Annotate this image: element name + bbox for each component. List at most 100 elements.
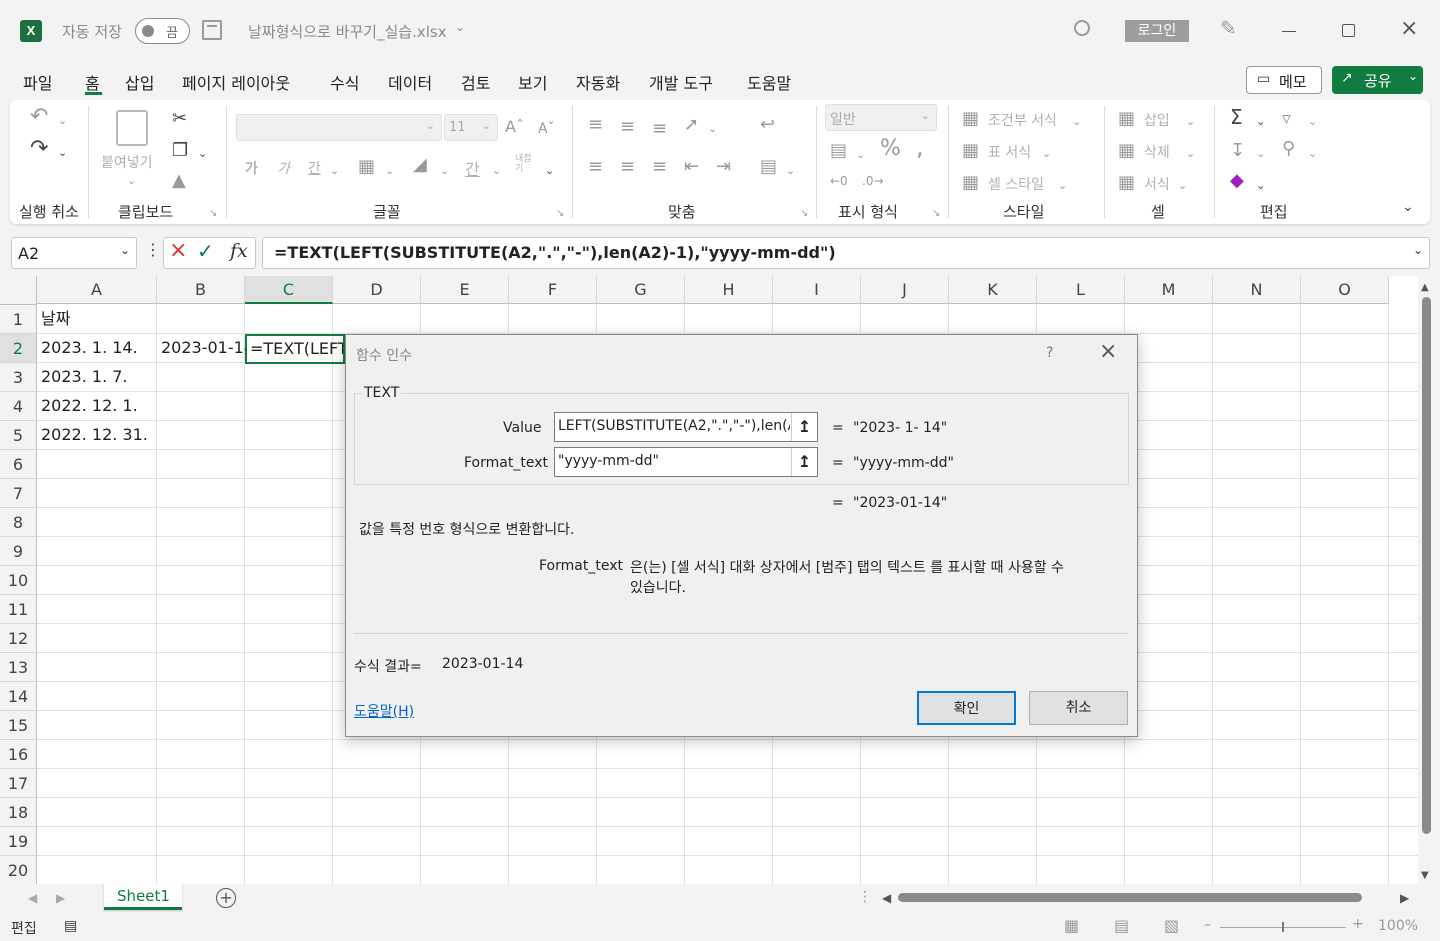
tab-home[interactable]: 홈 xyxy=(85,70,100,94)
column-header-g[interactable]: G xyxy=(597,276,685,304)
align-center-icon[interactable]: ≡ xyxy=(620,158,635,176)
column-header-i[interactable]: I xyxy=(773,276,861,304)
chevron-down-icon[interactable]: ⌄ xyxy=(856,146,865,164)
tab-developer[interactable]: 개발 도구 xyxy=(649,70,713,94)
italic-button[interactable]: 가 xyxy=(277,158,290,178)
row-header-5[interactable]: 5 xyxy=(0,421,37,450)
chevron-down-icon[interactable]: ⌄ xyxy=(1186,113,1195,131)
font-color-button[interactable]: 간 xyxy=(465,156,480,180)
zoom-level[interactable]: 100% xyxy=(1378,918,1418,934)
autosum-icon[interactable]: Σ xyxy=(1230,107,1243,127)
name-box[interactable]: A2 ⌄ xyxy=(11,237,137,269)
sheet-tab-sheet1[interactable]: Sheet1 xyxy=(104,884,182,910)
chevron-down-icon[interactable]: ⌄ xyxy=(1042,145,1051,163)
chevron-down-icon[interactable]: ⌄ xyxy=(1308,113,1317,131)
scroll-up-icon[interactable]: ▲ xyxy=(1421,282,1429,293)
dialog-launcher-icon[interactable]: ↘ xyxy=(932,205,940,223)
cancel-entry-icon[interactable]: × xyxy=(169,238,187,263)
chevron-down-icon[interactable]: ⌄ xyxy=(385,162,394,180)
row-header-18[interactable]: 18 xyxy=(0,798,37,827)
tab-data[interactable]: 데이터 xyxy=(388,70,432,94)
tab-help[interactable]: 도움말 xyxy=(747,70,791,94)
chevron-down-icon[interactable]: ⌄ xyxy=(127,172,136,190)
scroll-down-icon[interactable]: ▼ xyxy=(1421,870,1429,881)
search-icon[interactable] xyxy=(1074,20,1090,36)
cell-a2[interactable]: 2023. 1. 14. xyxy=(37,334,157,362)
format-text-input[interactable]: "yyyy-mm-dd" ↥ xyxy=(554,447,818,477)
increase-font-icon[interactable]: Aˆ xyxy=(505,118,524,136)
row-header-7[interactable]: 7 xyxy=(0,479,37,508)
row-header-11[interactable]: 11 xyxy=(0,595,37,624)
maximize-icon[interactable] xyxy=(1342,24,1355,37)
normal-view-icon[interactable]: ▦ xyxy=(1064,916,1079,935)
scroll-right-icon[interactable]: ▶ xyxy=(1400,891,1409,905)
bold-button[interactable]: 가 xyxy=(245,158,258,178)
formula-input[interactable]: =TEXT(LEFT(SUBSTITUTE(A2,".","-"),len(A2… xyxy=(262,237,1430,269)
chevron-down-icon[interactable]: ⌄ xyxy=(708,120,717,138)
cell-a3[interactable]: 2023. 1. 7. xyxy=(37,363,157,391)
wrap-icon[interactable]: ↩ xyxy=(760,116,775,134)
column-header-a[interactable]: A xyxy=(37,276,157,304)
row-header-12[interactable]: 12 xyxy=(0,624,37,653)
decrease-decimal-icon[interactable]: .0→ xyxy=(862,172,884,190)
column-header-d[interactable]: D xyxy=(333,276,421,304)
copy-icon[interactable]: ❐ xyxy=(172,142,188,160)
align-middle-icon[interactable]: ≡ xyxy=(620,118,635,136)
login-button[interactable]: 로그인 xyxy=(1125,20,1189,42)
zoom-out-icon[interactable]: – xyxy=(1204,917,1211,933)
tab-page-layout[interactable]: 페이지 레이아웃 xyxy=(182,70,290,94)
column-header-m[interactable]: M xyxy=(1125,276,1213,304)
format-painter-icon[interactable]: ▲ xyxy=(172,172,186,190)
cell-c2-active[interactable]: =TEXT(LEFT( xyxy=(245,334,345,364)
select-all-corner[interactable] xyxy=(0,276,37,305)
row-header-19[interactable]: 19 xyxy=(0,827,37,856)
collapse-dialog-icon[interactable]: ↥ xyxy=(791,448,817,476)
tab-automate[interactable]: 자동화 xyxy=(576,70,620,94)
row-header-6[interactable]: 6 xyxy=(0,450,37,479)
decrease-font-icon[interactable]: Aˇ xyxy=(538,120,555,138)
chevron-down-icon[interactable]: ⌄ xyxy=(440,162,449,180)
font-name-select[interactable]: ⌄ xyxy=(236,114,442,141)
border-icon[interactable]: ▦ xyxy=(358,158,375,176)
row-header-10[interactable]: 10 xyxy=(0,566,37,595)
conditional-format-icon[interactable]: ▦ xyxy=(962,110,979,128)
row-header-2[interactable]: 2 xyxy=(0,334,37,363)
insert-cells-icon[interactable]: ▦ xyxy=(1118,110,1135,128)
row-header-20[interactable]: 20 xyxy=(0,856,37,885)
chevron-down-icon[interactable]: ⌄ xyxy=(1186,145,1195,163)
tab-review[interactable]: 검토 xyxy=(461,70,490,94)
column-header-h[interactable]: H xyxy=(685,276,773,304)
tab-formulas[interactable]: 수식 xyxy=(330,70,359,94)
tab-view[interactable]: 보기 xyxy=(518,70,547,94)
cell-style-button[interactable]: 셀 스타일 xyxy=(988,174,1044,194)
insert-function-icon[interactable]: fx xyxy=(230,240,248,262)
chevron-down-icon[interactable]: ⌄ xyxy=(330,162,339,180)
increase-indent-icon[interactable]: ⇥ xyxy=(716,158,731,176)
find-icon[interactable]: ⚲ xyxy=(1282,140,1295,158)
tab-file[interactable]: 파일 xyxy=(23,70,52,94)
chevron-down-icon[interactable]: ⌄ xyxy=(1058,177,1067,195)
chevron-down-icon[interactable]: ⌄ xyxy=(58,112,67,130)
row-header-8[interactable]: 8 xyxy=(0,508,37,537)
align-right-icon[interactable]: ≡ xyxy=(652,158,667,176)
close-icon[interactable]: × xyxy=(1400,18,1418,40)
collapse-dialog-icon[interactable]: ↥ xyxy=(791,413,817,441)
page-break-view-icon[interactable]: ▧ xyxy=(1164,916,1179,935)
chevron-down-icon[interactable]: ⌄ xyxy=(1308,145,1317,163)
more-options-icon[interactable]: ⋮ xyxy=(145,240,161,259)
autosave-toggle[interactable]: 끔 xyxy=(135,18,190,44)
vertical-scrollbar[interactable] xyxy=(1422,297,1431,834)
undo-icon[interactable]: ↶ xyxy=(30,106,48,128)
comma-icon[interactable]: , xyxy=(916,135,924,159)
dialog-launcher-icon[interactable]: ↘ xyxy=(800,205,808,223)
chevron-down-icon[interactable]: ⌄ xyxy=(1256,145,1265,163)
share-button[interactable]: ↗ 공유 ⌄ xyxy=(1332,66,1423,94)
help-icon[interactable]: ? xyxy=(1046,345,1053,361)
align-bottom-icon[interactable]: ≡ xyxy=(652,120,667,138)
memo-button[interactable]: ▭ 메모 xyxy=(1246,66,1322,94)
orientation-icon[interactable]: ➚ xyxy=(684,116,699,134)
chevron-down-icon[interactable]: ⌄ xyxy=(492,162,501,180)
fill-icon[interactable]: ↧ xyxy=(1230,142,1245,160)
format-cells-icon[interactable]: ▦ xyxy=(1118,174,1135,192)
cell-style-icon[interactable]: ▦ xyxy=(962,174,979,192)
